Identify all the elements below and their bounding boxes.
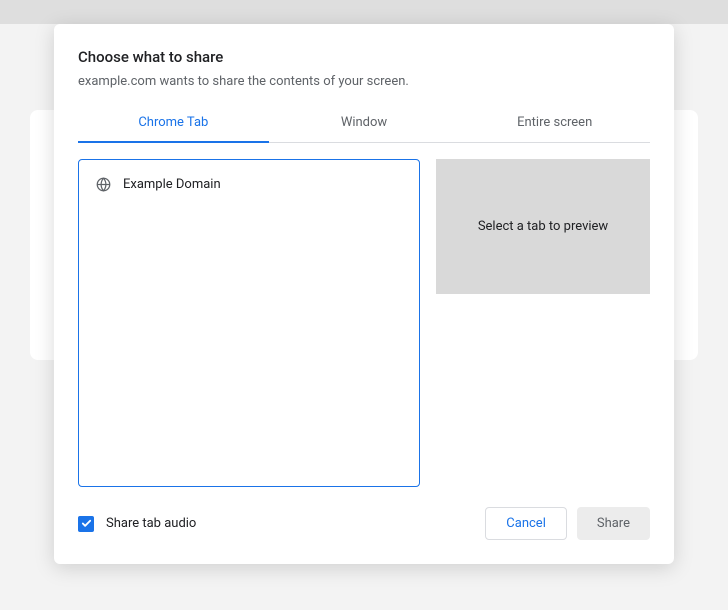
- tab-list-item-label: Example Domain: [123, 177, 221, 192]
- preview-pane: Select a tab to preview: [436, 159, 650, 294]
- share-audio-checkbox[interactable]: [78, 516, 94, 532]
- browser-top-bar: [0, 0, 728, 24]
- share-type-tabs: Chrome Tab Window Entire screen: [78, 105, 650, 143]
- share-audio-option[interactable]: Share tab audio: [78, 516, 196, 532]
- dialog-actions: Cancel Share: [485, 507, 650, 540]
- globe-icon: [95, 176, 111, 192]
- cancel-button[interactable]: Cancel: [485, 507, 567, 540]
- tab-list-item[interactable]: Example Domain: [95, 172, 403, 196]
- share-dialog: Choose what to share example.com wants t…: [54, 24, 674, 564]
- tab-chrome-tab[interactable]: Chrome Tab: [78, 105, 269, 142]
- preview-placeholder: Select a tab to preview: [478, 219, 608, 234]
- content-area: Example Domain Select a tab to preview: [78, 159, 650, 487]
- tab-window[interactable]: Window: [269, 105, 460, 142]
- share-audio-label: Share tab audio: [106, 516, 196, 531]
- share-button[interactable]: Share: [577, 507, 650, 540]
- dialog-footer: Share tab audio Cancel Share: [78, 507, 650, 540]
- dialog-subtitle: example.com wants to share the contents …: [78, 74, 650, 89]
- tab-list[interactable]: Example Domain: [78, 159, 420, 487]
- dialog-title: Choose what to share: [78, 48, 650, 66]
- tab-entire-screen[interactable]: Entire screen: [459, 105, 650, 142]
